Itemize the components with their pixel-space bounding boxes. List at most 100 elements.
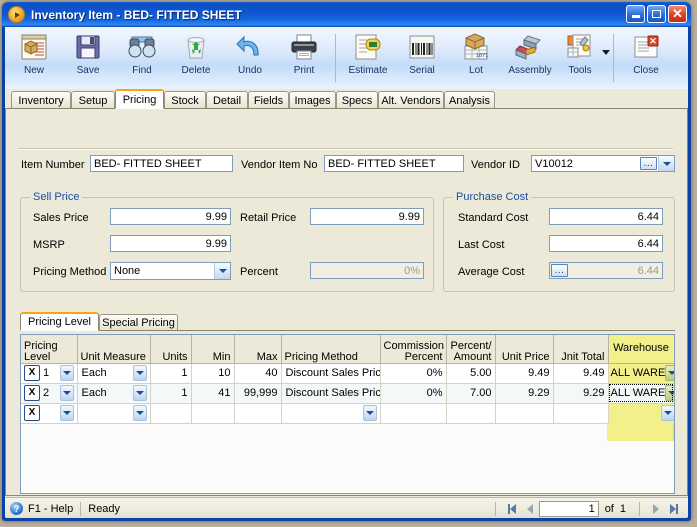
cell-warehouse[interactable]: ALL WARE [608,363,674,384]
pricing-level-dropdown-button[interactable] [59,365,74,381]
toolbar-delete-button[interactable]: Delete [169,30,223,86]
cell-min[interactable]: 10 [191,363,235,384]
average-cost-lookup-button[interactable]: ... [551,264,568,277]
toolbar-print-button[interactable]: Print [277,30,331,86]
table-row[interactable]: X1 Each 1 10 40 Discount Sales Pric 0% 5… [21,363,674,384]
tab-specs[interactable]: Specs [336,91,378,109]
col-header-unit-measure[interactable]: Unit Measure [77,335,151,364]
cell-units[interactable] [150,403,192,424]
cell-pricing-method[interactable] [281,403,381,424]
cell-percent-amount[interactable]: 7.00 [446,383,496,404]
col-header-units[interactable]: Units [150,335,192,364]
cell-max[interactable]: 99,999 [234,383,282,404]
first-record-icon[interactable] [503,501,521,516]
tab-setup[interactable]: Setup [71,91,115,109]
col-header-max[interactable]: Max [234,335,282,364]
sales-price-input[interactable]: 9.99 [110,208,231,225]
cell-unit-price[interactable]: 9.49 [495,363,554,384]
tab-fields[interactable]: Fields [248,91,289,109]
close-window-button[interactable]: ✕ [668,5,687,23]
unit-measure-dropdown-button[interactable] [132,385,147,401]
toolbar-new-button[interactable]: New [7,30,61,86]
row-delete-button[interactable]: X [24,385,40,401]
status-help-label[interactable]: F1 - Help [28,503,73,515]
col-header-commission-percent[interactable]: Commission Percent [380,335,447,364]
toolbar-find-button[interactable]: Find [115,30,169,86]
col-header-unit-total[interactable]: Jnit Total [553,335,609,364]
cell-unit-total[interactable] [553,403,609,424]
percent-input[interactable]: 0% [310,262,424,279]
cell-unit-total[interactable]: 9.49 [553,363,609,384]
cell-warehouse[interactable] [608,403,674,424]
standard-cost-input[interactable]: 6.44 [549,208,663,225]
minimize-button[interactable] [626,5,645,23]
cell-max[interactable] [234,403,282,424]
cell-min[interactable]: 41 [191,383,235,404]
tab-stock[interactable]: Stock [164,91,206,109]
cell-unit-measure[interactable] [77,403,151,424]
unit-measure-dropdown-button[interactable] [132,365,147,381]
warehouse-dropdown-button[interactable] [665,365,673,381]
previous-record-icon[interactable] [521,501,539,516]
tab-alt-vendors[interactable]: Alt. Vendors [378,91,444,109]
cell-commission-percent[interactable] [380,403,447,424]
cell-percent-amount[interactable] [446,403,496,424]
cell-commission-percent[interactable]: 0% [380,383,447,404]
msrp-input[interactable]: 9.99 [110,235,231,252]
pricing-method-dropdown-button[interactable] [362,405,377,421]
next-record-icon[interactable] [647,501,665,516]
row-delete-button[interactable]: X [24,405,40,421]
cell-unit-price[interactable]: 9.29 [495,383,554,404]
average-cost-input[interactable]: ... 6.44 [549,262,663,279]
last-record-icon[interactable] [665,501,683,516]
toolbar-lot-button[interactable]: 1071 Lot [449,30,503,86]
cell-max[interactable]: 40 [234,363,282,384]
cell-pricing-level[interactable]: X1 [21,363,78,384]
cell-pricing-method[interactable]: Discount Sales Pric [281,383,381,404]
tab-detail[interactable]: Detail [206,91,248,109]
cell-pricing-level[interactable]: X [21,403,78,424]
title-bar[interactable]: Inventory Item - BED- FITTED SHEET ✕ [2,2,691,27]
col-header-pricing-method[interactable]: Pricing Method [281,335,381,364]
col-header-unit-price[interactable]: Unit Price [495,335,554,364]
toolbar-estimate-button[interactable]: Estimate [341,30,395,86]
tab-inventory[interactable]: Inventory [11,91,71,109]
toolbar-serial-button[interactable]: Serial [395,30,449,86]
pricing-method-combo[interactable]: None [110,262,231,280]
vendor-id-combo[interactable]: V10012 ... [531,155,675,172]
warehouse-dropdown-button[interactable] [660,405,673,421]
pricing-method-dropdown-button[interactable] [214,263,230,279]
sub-tab-special-pricing[interactable]: Special Pricing [99,314,178,331]
vendor-id-lookup-button[interactable]: ... [640,157,657,170]
col-header-pricing-level[interactable]: Pricing Level [21,335,78,364]
cell-unit-total[interactable]: 9.29 [553,383,609,404]
cell-unit-measure[interactable]: Each [77,363,151,384]
unit-measure-dropdown-button[interactable] [132,405,147,421]
row-delete-button[interactable]: X [24,365,40,381]
pricing-level-dropdown-button[interactable] [59,405,74,421]
pricing-level-dropdown-button[interactable] [59,385,74,401]
toolbar-tools-button[interactable]: Tools [553,30,607,86]
toolbar-save-button[interactable]: Save [61,30,115,86]
cell-commission-percent[interactable]: 0% [380,363,447,384]
tab-analysis[interactable]: Analysis [444,91,495,109]
vendor-item-no-input[interactable]: BED- FITTED SHEET [324,155,464,172]
table-row[interactable]: X2 Each 1 41 99,999 Discount Sales Pric … [21,383,674,404]
col-header-warehouse[interactable]: Warehouse [608,335,674,364]
cell-unit-price[interactable] [495,403,554,424]
sub-tab-pricing-level[interactable]: Pricing Level [20,312,99,331]
retail-price-input[interactable]: 9.99 [310,208,424,225]
table-row[interactable]: X [21,403,674,424]
col-header-min[interactable]: Min [191,335,235,364]
cell-units[interactable]: 1 [150,363,192,384]
cell-min[interactable] [191,403,235,424]
help-question-icon[interactable]: ? [10,502,23,515]
record-number-input[interactable]: 1 [538,500,599,517]
maximize-button[interactable] [647,5,666,23]
tab-pricing[interactable]: Pricing [115,89,164,109]
toolbar-close-button[interactable]: ✕ Close [619,30,673,86]
caret-down-icon[interactable] [602,50,610,55]
cell-pricing-method[interactable]: Discount Sales Pric [281,363,381,384]
cell-pricing-level[interactable]: X2 [21,383,78,404]
tab-images[interactable]: Images [289,91,336,109]
